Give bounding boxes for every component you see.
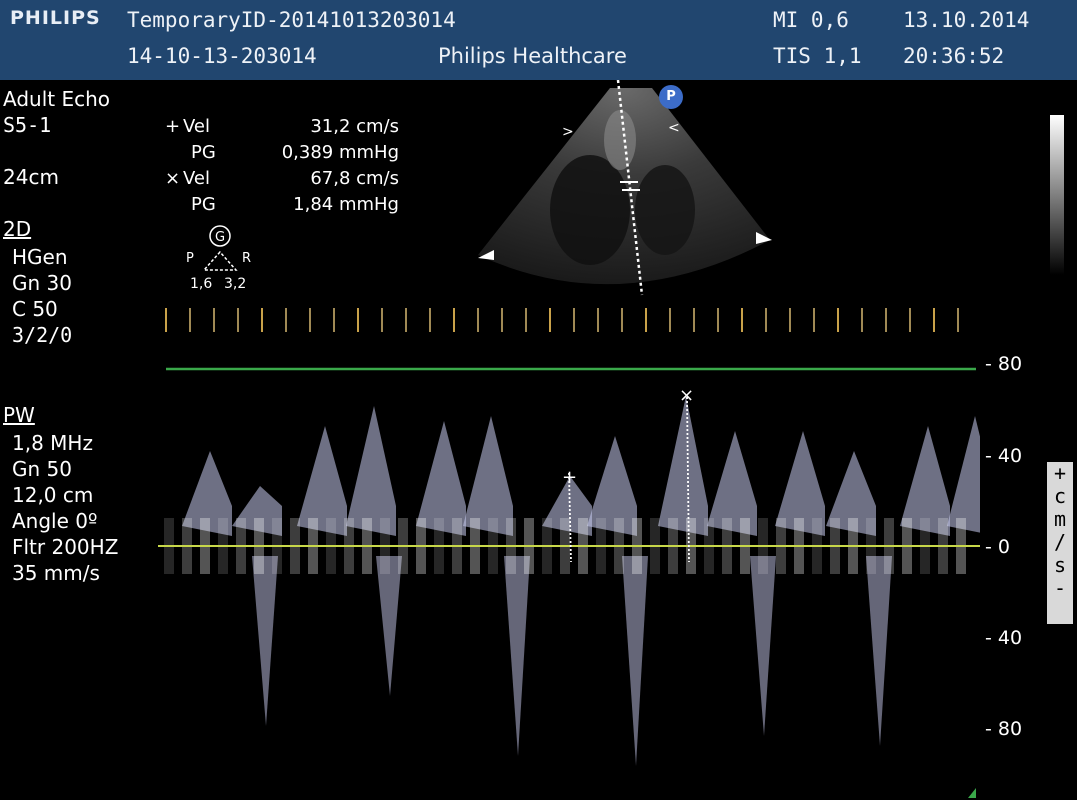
measurement-row: PG 1,84 mmHg	[165, 192, 405, 218]
pw-depth-label: 12,0 cm	[12, 483, 94, 507]
measurement-marker: ×	[165, 168, 181, 189]
spectral-envelope	[658, 396, 708, 536]
preset-label: Adult Echo	[3, 87, 111, 111]
unit-char: -	[1053, 576, 1067, 600]
sweep-speed-label: 35 mm/s	[12, 561, 100, 585]
probe-triangle-icon	[202, 250, 238, 271]
unit-char: s	[1053, 553, 1067, 577]
reverse-flow-spike	[622, 556, 648, 766]
focus-left-marker-icon: >	[562, 124, 574, 140]
spectral-envelope	[297, 426, 347, 536]
exam-id: 14-10-13-203014	[127, 44, 317, 68]
measurement-label: PG	[191, 194, 216, 215]
scale-tick: - 80	[985, 718, 1022, 740]
reverse-flow-spike	[252, 556, 278, 726]
scale-tick: - 40	[985, 445, 1022, 467]
orientation-left-label: P	[186, 251, 194, 266]
tick-dash: -	[985, 718, 998, 740]
tick-dash: -	[985, 627, 998, 649]
doppler-spectrum	[164, 396, 980, 766]
institution-name: Philips Healthcare	[438, 44, 627, 68]
reverse-flow-spike	[376, 556, 402, 696]
pw-angle-label: Angle 0º	[12, 509, 98, 533]
measurement-label: Vel	[183, 116, 210, 137]
pw-frequency-label: 1,8 MHz	[12, 431, 93, 455]
measurement-marker: +	[165, 116, 181, 137]
right-ventricle-cavity	[635, 165, 695, 255]
pw-filter-label: Fltr 200HZ	[12, 535, 119, 559]
pw-gain-label: Gn 50	[12, 457, 72, 481]
scale-tick: - 0	[985, 536, 1010, 558]
scale-tick: - 80	[985, 353, 1022, 375]
compress-label: C 50	[12, 297, 58, 321]
hgen-label: HGen	[12, 245, 68, 269]
tick-dash: -	[985, 536, 998, 558]
scale-tick-label: 40	[997, 627, 1023, 649]
persistence-label: 3/2/0	[12, 323, 73, 347]
spectral-envelope	[587, 436, 637, 536]
reverse-flow-spike	[504, 556, 530, 756]
measurement-panel: + Vel 31,2 cm/s PG 0,389 mmHg × Vel 67,8…	[165, 114, 405, 218]
mode-2d-label: 2D	[3, 217, 32, 241]
exam-date: 13.10.2014	[903, 8, 1030, 32]
grayscale-bar	[1050, 115, 1064, 275]
patient-id: TemporaryID-20141013203014	[127, 8, 456, 32]
cross-caliper-icon[interactable]: ×	[679, 385, 694, 406]
mechanical-index: MI 0,6	[773, 8, 849, 32]
echo-sector-image: > <	[478, 80, 772, 296]
measurement-label: Vel	[183, 168, 210, 189]
spectral-doppler-display: + ×	[158, 308, 980, 798]
reverse-flow-spike	[750, 556, 776, 736]
timeline-ticks	[165, 308, 959, 332]
orientation-letter: G	[215, 230, 225, 245]
tick-dash: -	[985, 353, 998, 375]
measurement-value: 31,2 cm/s	[310, 116, 399, 137]
orientation-right-value: 3,2	[224, 276, 246, 292]
measurement-row: PG 0,389 mmHg	[165, 140, 405, 166]
tick-dash: -	[985, 445, 998, 467]
gain-2d-label: Gn 30	[12, 271, 72, 295]
scale-tick-label: 80	[997, 353, 1023, 375]
measurement-label: PG	[191, 142, 216, 163]
spectral-envelope	[346, 406, 396, 536]
orientation-right-label: R	[242, 251, 251, 266]
sector-badge-icon: P	[659, 85, 683, 109]
unit-char: m	[1053, 507, 1067, 531]
septum-echo	[604, 110, 636, 170]
unit-char: /	[1053, 530, 1067, 554]
scale-tick-label: 80	[997, 718, 1023, 740]
brand-logo: PHILIPS	[10, 7, 101, 29]
exam-time: 20:36:52	[903, 44, 1005, 68]
unit-char: c	[1053, 484, 1067, 508]
scale-tick-label: 0	[997, 536, 1010, 558]
orientation-left-value: 1,6	[190, 276, 212, 292]
focus-right-marker-icon: <	[668, 120, 680, 136]
header-bar: PHILIPS TemporaryID-20141013203014 14-10…	[0, 0, 1077, 80]
orientation-icon: G P R 1,6 3,2	[186, 225, 251, 292]
reverse-flow-spike	[866, 556, 892, 746]
plus-caliper-icon[interactable]: +	[562, 467, 577, 488]
corner-marker-icon	[968, 788, 976, 798]
transducer-label: S5-1	[3, 113, 52, 137]
measurement-value: 1,84 mmHg	[293, 194, 399, 215]
measurement-value: 0,389 mmHg	[281, 142, 399, 163]
unit-char: +	[1053, 461, 1067, 485]
thermal-index: TIS 1,1	[773, 44, 862, 68]
depth-label: 24cm	[3, 165, 59, 189]
measurement-row: × Vel 67,8 cm/s	[165, 166, 405, 192]
scale-tick-label: 40	[997, 445, 1023, 467]
left-ventricle-cavity	[550, 155, 630, 265]
mode-pw-label: PW	[3, 403, 35, 427]
velocity-unit-box: + c m / s -	[1047, 462, 1073, 624]
measurement-row: + Vel 31,2 cm/s	[165, 114, 405, 140]
measurement-value: 67,8 cm/s	[310, 168, 399, 189]
scale-tick: - 40	[985, 627, 1022, 649]
